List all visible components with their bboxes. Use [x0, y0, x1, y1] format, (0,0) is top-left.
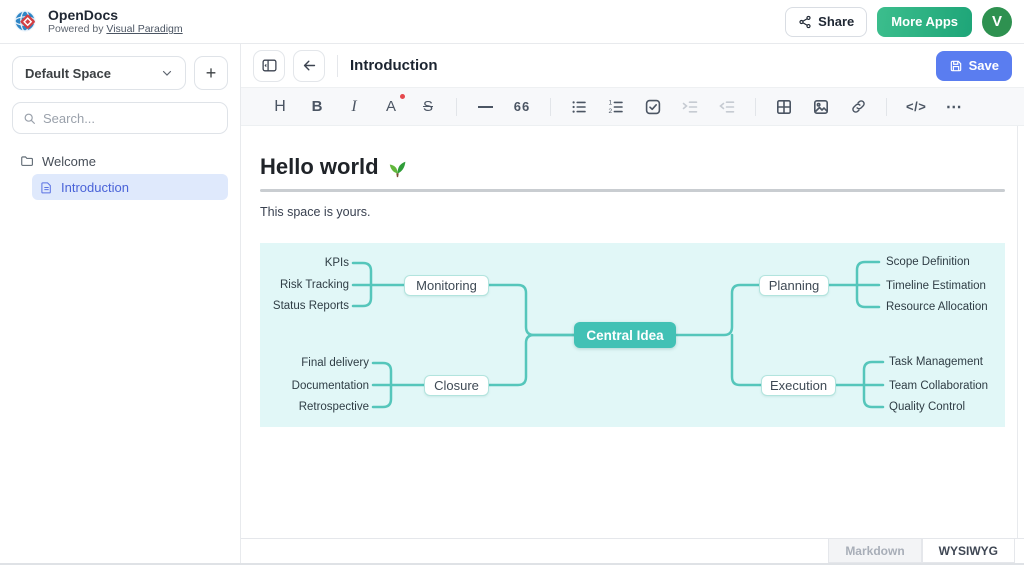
chevron-down-icon	[161, 67, 173, 79]
app-header: OpenDocs Powered by Visual Paradigm Shar…	[0, 0, 1024, 44]
italic-button[interactable]: I	[345, 96, 363, 118]
outdent-button[interactable]	[718, 96, 736, 118]
powered-by: Powered by Visual Paradigm	[48, 23, 183, 35]
task-list-button[interactable]	[644, 96, 662, 118]
image-button[interactable]	[812, 96, 830, 118]
horizontal-rule-button[interactable]	[476, 96, 494, 118]
image-icon	[813, 99, 829, 115]
mindmap-leaf-timeline-estimation[interactable]: Timeline Estimation	[886, 279, 986, 293]
tree-item-label: Introduction	[61, 180, 129, 195]
link-icon	[850, 98, 867, 115]
font-color-button[interactable]: A	[382, 96, 400, 118]
more-apps-button[interactable]: More Apps	[877, 7, 972, 37]
mindmap-leaf-quality-control[interactable]: Quality Control	[889, 400, 965, 414]
table-button[interactable]	[775, 96, 793, 118]
editor-mode-bar: Markdown WYSIWYG	[241, 538, 1024, 563]
mindmap-node-closure[interactable]: Closure	[424, 375, 489, 396]
formatting-toolbar: H B I A S 66 12	[241, 88, 1024, 126]
share-button[interactable]: Share	[785, 7, 867, 37]
mindmap-leaf-risk-tracking[interactable]: Risk Tracking	[260, 278, 349, 292]
space-selector[interactable]: Default Space	[12, 56, 186, 90]
heading-underline	[260, 189, 1005, 192]
indent-button[interactable]	[681, 96, 699, 118]
panel-collapse-icon	[261, 57, 278, 74]
mindmap-leaf-scope-definition[interactable]: Scope Definition	[886, 255, 970, 269]
document-heading: Hello world	[260, 154, 1005, 180]
heading-button[interactable]: H	[271, 96, 289, 118]
strikethrough-button[interactable]: S	[419, 96, 437, 118]
mindmap-leaf-status-reports[interactable]: Status Reports	[260, 299, 349, 313]
visual-paradigm-link[interactable]: Visual Paradigm	[106, 23, 182, 35]
mindmap-leaf-kpis[interactable]: KPIs	[260, 256, 349, 270]
document-topbar: Introduction Save	[241, 44, 1024, 88]
app-window: OpenDocs Powered by Visual Paradigm Shar…	[0, 0, 1024, 565]
more-tools-button[interactable]: ⋯	[945, 96, 963, 118]
mindmap-leaf-resource-allocation[interactable]: Resource Allocation	[886, 300, 988, 314]
page-title: Introduction	[350, 57, 437, 74]
bullet-list-icon	[571, 99, 587, 115]
folder-icon	[20, 154, 34, 168]
mindmap-leaf-retrospective[interactable]: Retrospective	[260, 400, 369, 414]
seedling-emoji	[387, 157, 408, 178]
mindmap-node-planning[interactable]: Planning	[759, 275, 829, 296]
brand-block: OpenDocs Powered by Visual Paradigm	[48, 8, 183, 35]
add-space-button[interactable]: +	[194, 56, 228, 90]
tab-markdown[interactable]: Markdown	[828, 539, 921, 563]
mindmap-leaf-task-management[interactable]: Task Management	[889, 355, 983, 369]
mindmap-leaf-team-collaboration[interactable]: Team Collaboration	[889, 379, 988, 393]
mindmap-node-monitoring[interactable]: Monitoring	[404, 275, 489, 296]
toolbar-divider	[755, 98, 756, 116]
svg-text:2: 2	[609, 107, 613, 114]
document-paragraph: This space is yours.	[260, 205, 1005, 219]
tree-item-label: Welcome	[42, 154, 96, 169]
mindmap-leaf-documentation[interactable]: Documentation	[260, 379, 369, 393]
space-row: Default Space +	[12, 56, 228, 90]
mindmap-node-central-idea[interactable]: Central Idea	[574, 322, 676, 348]
mindmap-leaf-final-delivery[interactable]: Final delivery	[260, 356, 369, 370]
user-avatar[interactable]: V	[982, 7, 1012, 37]
task-list-icon	[645, 99, 661, 115]
bullet-list-button[interactable]	[570, 96, 588, 118]
mindmap[interactable]: Central Idea Monitoring Planning Closure…	[260, 243, 1005, 427]
bold-button[interactable]: B	[308, 96, 326, 118]
svg-text:1: 1	[609, 99, 613, 106]
toggle-sidebar-button[interactable]	[253, 50, 285, 82]
toolbar-divider	[456, 98, 457, 116]
app-name: OpenDocs	[48, 8, 183, 23]
toolbar-divider	[550, 98, 551, 116]
search-box	[12, 102, 228, 134]
editor-content[interactable]: Hello world This space is yours.	[241, 126, 1024, 538]
color-dot	[400, 94, 405, 99]
horizontal-rule-icon	[478, 106, 493, 108]
mindmap-node-execution[interactable]: Execution	[761, 375, 836, 396]
opendocs-logo-icon	[12, 8, 40, 36]
search-input[interactable]	[43, 111, 219, 126]
outdent-icon	[719, 99, 735, 115]
link-button[interactable]	[849, 96, 867, 118]
main-panel: Introduction Save H B I A S 66	[241, 44, 1024, 563]
tree-item-introduction[interactable]: Introduction	[32, 174, 228, 200]
sidebar: Default Space + Welcome	[0, 44, 241, 563]
tab-wysiwyg[interactable]: WYSIWYG	[922, 539, 1015, 563]
document-icon	[40, 181, 53, 194]
indent-icon	[682, 99, 698, 115]
save-button[interactable]: Save	[936, 51, 1012, 81]
ordered-list-icon: 12	[608, 99, 624, 115]
code-button[interactable]: </>	[906, 96, 926, 118]
share-icon	[798, 15, 812, 29]
arrow-left-icon	[301, 57, 318, 74]
back-button[interactable]	[293, 50, 325, 82]
blockquote-button[interactable]: 66	[513, 96, 531, 118]
page-tree: Welcome Introduction	[12, 148, 228, 200]
tree-item-welcome[interactable]: Welcome	[12, 148, 228, 174]
table-icon	[776, 99, 792, 115]
scrollbar-track[interactable]	[1017, 126, 1018, 538]
toolbar-divider	[886, 98, 887, 116]
ordered-list-button[interactable]: 12	[607, 96, 625, 118]
search-icon	[23, 112, 36, 125]
topbar-divider	[337, 55, 338, 77]
body-split: Default Space + Welcome	[0, 44, 1024, 563]
save-icon	[949, 59, 963, 73]
